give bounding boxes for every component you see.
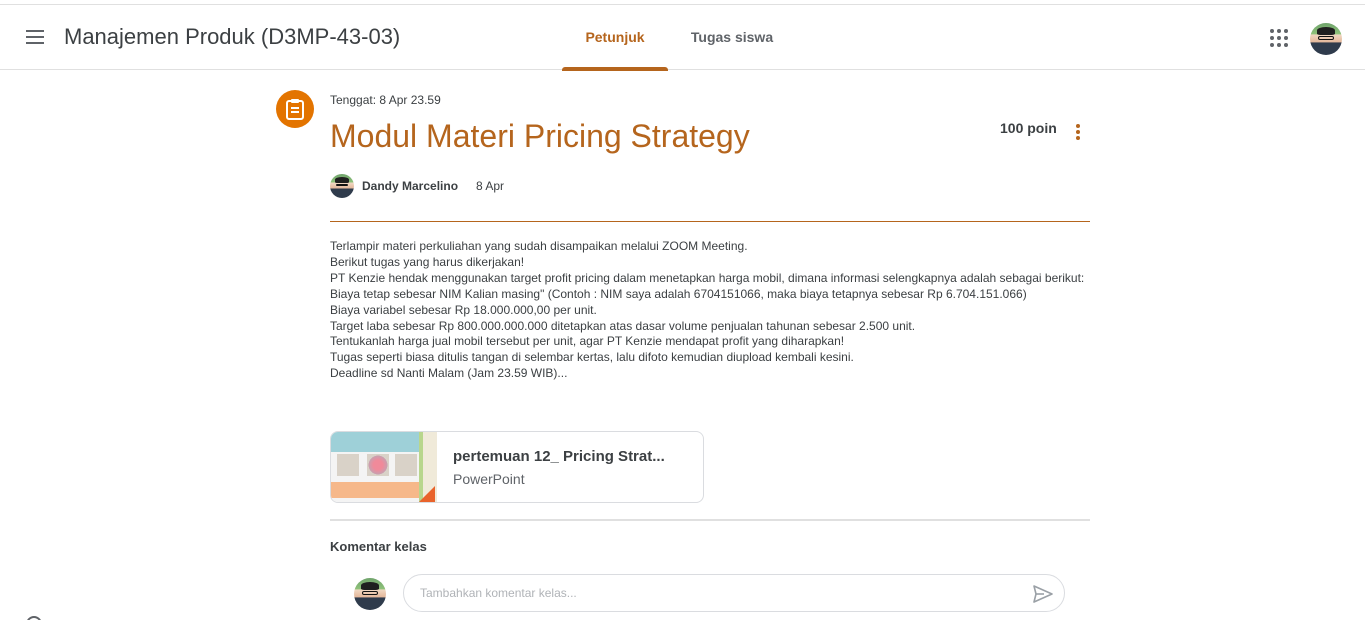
description-line: Target laba sebesar Rp 800.000.000.000 d… <box>330 318 916 333</box>
description-line: Biaya variabel sebesar Rp 18.000.000,00 … <box>330 302 597 317</box>
description-line: Biaya tetap sebesar NIM Kalian masing" (… <box>330 286 1027 301</box>
assignment-icon <box>276 90 314 128</box>
help-icon[interactable] <box>26 616 42 620</box>
points-label: 100 poin <box>1000 120 1057 136</box>
top-app-bar: Manajemen Produk (D3MP-43-03) Petunjuk T… <box>0 4 1365 71</box>
author-avatar <box>330 174 354 198</box>
comment-input[interactable] <box>420 584 1000 602</box>
attachment-card[interactable]: pertemuan 12_ Pricing Strat... PowerPoin… <box>330 431 704 503</box>
post-date: 8 Apr <box>476 179 505 193</box>
comment-box <box>403 574 1065 612</box>
hamburger-menu-icon[interactable] <box>22 23 50 51</box>
assignment-title: Modul Materi Pricing Strategy <box>330 118 750 154</box>
section-divider <box>330 519 1090 521</box>
more-options-icon[interactable] <box>1068 120 1088 144</box>
description-line: Tugas seperti biasa ditulis tangan di se… <box>330 350 854 365</box>
attachment-title: pertemuan 12_ Pricing Strat... <box>453 448 665 465</box>
assignment-description: Terlampir materi perkuliahan yang sudah … <box>330 239 1090 382</box>
tab-petunjuk[interactable]: Petunjuk <box>562 5 668 71</box>
attachment-type: PowerPoint <box>453 471 525 487</box>
author-name: Dandy Marcelino <box>362 179 459 193</box>
course-title[interactable]: Manajemen Produk (D3MP-43-03) <box>64 24 400 50</box>
description-line: PT Kenzie hendak menggunakan target prof… <box>330 270 1085 285</box>
account-avatar[interactable] <box>1310 23 1342 55</box>
description-line: Deadline sd Nanti Malam (Jam 23.59 WIB).… <box>330 366 568 381</box>
description-line: Berikut tugas yang harus dikerjakan! <box>330 254 525 269</box>
class-comments-label: Komentar kelas <box>330 539 427 554</box>
tab-tugas-siswa[interactable]: Tugas siswa <box>680 5 784 70</box>
due-date: Tenggat: 8 Apr 23.59 <box>330 93 441 107</box>
commenter-avatar <box>354 578 386 610</box>
description-line: Tentukanlah harga jual mobil tersebut pe… <box>330 334 845 349</box>
apps-grid-icon[interactable] <box>1266 26 1290 50</box>
send-icon[interactable] <box>1032 584 1054 604</box>
attachment-thumbnail <box>331 432 437 502</box>
description-line: Terlampir materi perkuliahan yang sudah … <box>330 239 748 253</box>
accent-divider <box>330 221 1090 222</box>
